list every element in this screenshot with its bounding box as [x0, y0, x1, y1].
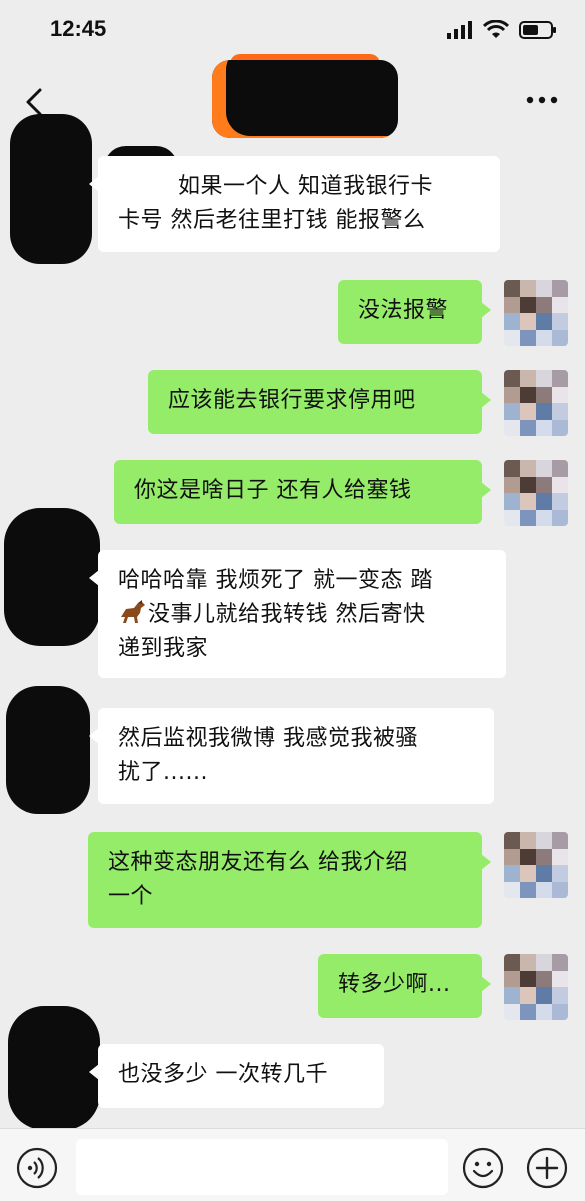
message-bubble-outgoing[interactable]: 这种变态朋友还有么 给我介绍 一个: [88, 832, 491, 928]
status-bar: 12:45: [0, 0, 585, 62]
message-line: 哈哈哈靠 我烦死了 就一变态 踏: [118, 568, 433, 593]
message-bubble-outgoing[interactable]: 你这是啥日子 还有人给塞钱: [114, 460, 491, 524]
message-bubble-incoming[interactable]: 哈哈哈靠 我烦死了 就一变态 踏 没事儿就给我转钱 然后寄快 递到我家: [89, 550, 506, 678]
message-line: 递到我家: [118, 636, 209, 661]
redacted-avatar: [10, 114, 92, 264]
message-input[interactable]: [76, 1139, 448, 1195]
message-text: 也没多少 一次转几千: [118, 1062, 328, 1087]
message-text: 应该能去银行要求停用吧: [168, 388, 416, 413]
message-line: 扰了......: [118, 760, 208, 785]
message-text: 没法报警: [358, 298, 449, 323]
my-avatar: [504, 954, 568, 1020]
redacted-avatar: [4, 508, 100, 646]
message-text: 转多少啊...: [338, 972, 451, 997]
message-bubble-incoming[interactable]: 也没多少 一次转几千: [89, 1044, 384, 1108]
redacted-contact-name: [212, 54, 398, 138]
my-avatar: [504, 460, 568, 526]
more-dots-icon[interactable]: [525, 92, 559, 108]
message-line: 如果一个人 知道我银行卡: [178, 174, 433, 199]
message-bubble-outgoing[interactable]: 应该能去银行要求停用吧: [148, 370, 491, 434]
my-avatar: [504, 832, 568, 898]
plus-icon[interactable]: [526, 1147, 568, 1189]
message-bubble-outgoing[interactable]: 转多少啊...: [318, 954, 491, 1018]
horse-emoji-icon: [121, 600, 145, 623]
wifi-icon: [483, 20, 509, 38]
emoji-icon[interactable]: [462, 1147, 504, 1189]
message-line: 没事儿就给我转钱 然后寄快: [148, 602, 426, 627]
battery-icon: [519, 21, 556, 39]
message-text: 你这是啥日子 还有人给塞钱: [134, 478, 412, 503]
message-bubble-incoming[interactable]: 如果一个人 知道我银行卡 卡号 然后老往里打钱 能报警么: [89, 156, 500, 252]
message-bubble-incoming[interactable]: 然后监视我微博 我感觉我被骚 扰了......: [89, 708, 494, 804]
my-avatar: [504, 370, 568, 436]
signal-icon: [447, 21, 472, 39]
message-line-with-emoji: 没事儿就给我转钱 然后寄快: [118, 598, 486, 632]
message-line: 一个: [108, 884, 154, 909]
redacted-avatar: [8, 1006, 100, 1130]
redacted-avatar: [6, 686, 90, 814]
message-line: 这种变态朋友还有么 给我介绍: [108, 850, 408, 875]
status-time: 12:45: [50, 16, 107, 41]
input-bar: [0, 1128, 585, 1201]
message-bubble-outgoing[interactable]: 没法报警: [338, 280, 491, 344]
my-avatar: [504, 280, 568, 346]
status-icons: [447, 18, 557, 42]
chat-area[interactable]: 如果一个人 知道我银行卡 卡号 然后老往里打钱 能报警么 没法报警 应该能去银行…: [0, 114, 585, 1130]
message-line: 卡号 然后老往里打钱 能报警么: [118, 208, 426, 233]
message-line: 然后监视我微博 我感觉我被骚: [118, 726, 418, 751]
voice-icon[interactable]: [16, 1147, 58, 1189]
